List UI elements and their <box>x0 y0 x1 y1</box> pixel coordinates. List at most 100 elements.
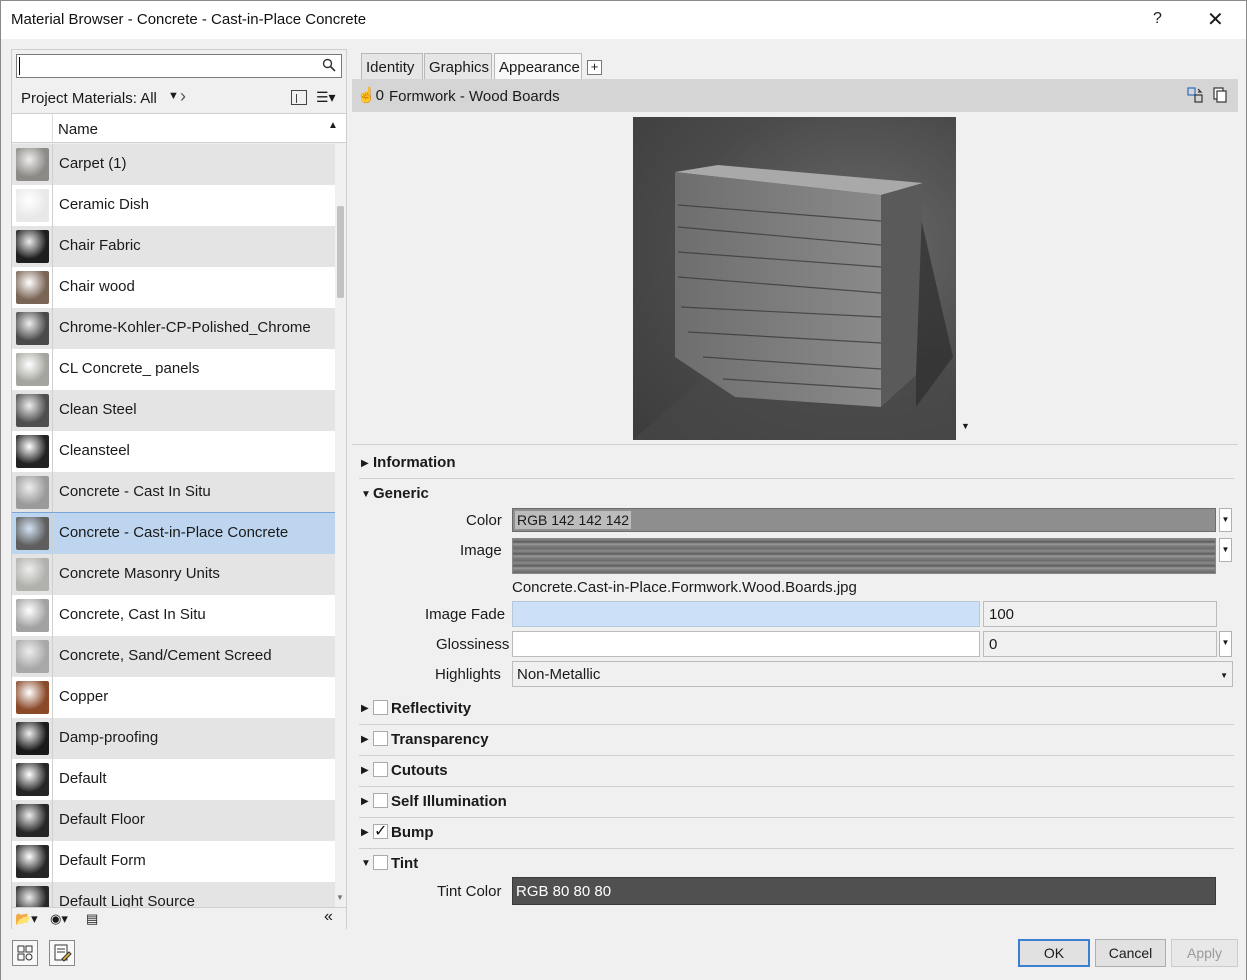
list-item[interactable]: Concrete, Sand/Cement Screed <box>12 636 335 677</box>
close-button[interactable]: ✕ <box>1207 7 1224 32</box>
filter-dropdown-icon[interactable]: ▼ <box>168 90 179 102</box>
column-separator <box>52 718 53 759</box>
list-item[interactable]: Chair Fabric <box>12 226 335 267</box>
list-item[interactable]: Concrete - Cast In Situ <box>12 472 335 513</box>
tab-identity[interactable]: Identity <box>361 53 423 79</box>
material-thumbnail <box>16 640 49 673</box>
ok-button[interactable]: OK <box>1018 939 1090 967</box>
reflectivity-checkbox[interactable] <box>373 700 388 715</box>
material-thumbnail <box>16 476 49 509</box>
glossiness-dropdown-icon[interactable]: ▼ <box>1219 631 1232 657</box>
list-item[interactable]: Damp-proofing <box>12 718 335 759</box>
scrollbar-thumb[interactable] <box>337 206 344 298</box>
list-item[interactable]: Concrete - Cast-in-Place Concrete <box>12 512 335 555</box>
collapse-triangle-icon[interactable]: ▼ <box>361 489 373 500</box>
reflectivity-label[interactable]: Reflectivity <box>391 700 471 717</box>
expand-triangle-icon[interactable]: ▶ <box>361 765 369 776</box>
cutouts-label[interactable]: Cutouts <box>391 762 448 779</box>
collapse-triangle-icon[interactable]: ▼ <box>361 858 371 869</box>
window-title: Material Browser - Concrete - Cast-in-Pl… <box>11 11 367 28</box>
image-file-name[interactable]: Concrete.Cast-in-Place.Formwork.Wood.Boa… <box>512 579 857 596</box>
bump-label[interactable]: Bump <box>391 824 434 841</box>
collapse-panel-icon[interactable]: « <box>324 908 333 926</box>
list-item[interactable]: Copper <box>12 677 335 718</box>
material-library-icon[interactable] <box>12 940 38 966</box>
transparency-label[interactable]: Transparency <box>391 731 489 748</box>
search-box[interactable] <box>16 54 342 78</box>
tint-color-field[interactable]: RGB 80 80 80 <box>512 877 1216 905</box>
self-illumination-checkbox[interactable] <box>373 793 388 808</box>
chevron-right-icon[interactable]: › <box>180 86 186 107</box>
material-preview[interactable] <box>633 117 956 440</box>
create-material-icon[interactable]: ◉▾ <box>50 911 68 927</box>
information-section[interactable]: ▶ Information <box>361 454 456 471</box>
search-icon[interactable] <box>322 58 336 72</box>
list-item[interactable]: Carpet (1) <box>12 144 335 185</box>
material-name: Copper <box>59 688 109 705</box>
list-item[interactable]: Concrete Masonry Units <box>12 554 335 595</box>
library-panel-icon[interactable]: ▤ <box>86 911 98 927</box>
list-item[interactable]: Chair wood <box>12 267 335 308</box>
glossiness-input[interactable]: 0 <box>983 631 1217 657</box>
scroll-down-arrow-icon[interactable]: ▼ <box>336 893 344 902</box>
material-name: Default Floor <box>59 811 145 828</box>
expand-triangle-icon[interactable]: ▶ <box>361 703 369 714</box>
image-fade-input[interactable]: 100 <box>983 601 1217 627</box>
search-input[interactable] <box>19 57 319 75</box>
list-item[interactable]: Clean Steel <box>12 390 335 431</box>
cancel-button[interactable]: Cancel <box>1095 939 1166 967</box>
glossiness-slider[interactable] <box>512 631 980 657</box>
list-item[interactable]: Default Floor <box>12 800 335 841</box>
list-item[interactable]: Cleansteel <box>12 431 335 472</box>
list-view-icon[interactable]: ☰▾ <box>316 89 336 106</box>
list-item[interactable]: Ceramic Dish <box>12 185 335 226</box>
help-button[interactable]: ? <box>1153 10 1162 28</box>
list-item[interactable]: CL Concrete_ panels <box>12 349 335 390</box>
color-label: Color <box>466 512 502 529</box>
bump-checkbox[interactable] <box>373 821 388 841</box>
column-separator <box>52 513 53 554</box>
color-field[interactable]: RGB 142 142 142 <box>512 508 1216 532</box>
asset-browser-icon[interactable] <box>49 940 75 966</box>
expand-triangle-icon[interactable]: ▶ <box>361 734 369 745</box>
color-dropdown-icon[interactable]: ▼ <box>1219 508 1232 532</box>
replace-asset-icon[interactable] <box>1187 87 1203 103</box>
material-thumbnail <box>16 722 49 755</box>
library-folder-icon[interactable]: 📂▾ <box>15 911 38 927</box>
cutouts-checkbox[interactable] <box>373 762 388 777</box>
column-separator <box>52 226 53 267</box>
preview-options-dropdown-icon[interactable]: ▼ <box>961 421 970 431</box>
image-texture-swatch[interactable] <box>512 538 1216 574</box>
list-item[interactable]: Default Form <box>12 841 335 882</box>
name-column-header[interactable]: Name <box>58 121 98 138</box>
list-item[interactable]: Chrome-Kohler-CP-Polished_Chrome <box>12 308 335 349</box>
list-scrollbar[interactable]: ▼ <box>335 144 346 907</box>
duplicate-asset-icon[interactable] <box>1212 87 1228 103</box>
highlights-select[interactable]: Non-Metallic ▼ <box>512 661 1233 687</box>
tab-graphics[interactable]: Graphics <box>424 53 492 79</box>
expand-triangle-icon[interactable]: ▶ <box>361 796 369 807</box>
image-fade-slider[interactable] <box>512 601 980 627</box>
tint-label[interactable]: Tint <box>391 855 418 872</box>
list-item[interactable]: Default Light Source <box>12 882 335 907</box>
image-label: Image <box>460 542 502 559</box>
project-materials-filter[interactable]: Project Materials: All <box>21 90 157 107</box>
apply-button[interactable]: Apply <box>1171 939 1238 967</box>
generic-section[interactable]: ▼ Generic <box>361 485 429 502</box>
panel-toggle-icon[interactable] <box>291 90 307 105</box>
list-item[interactable]: Concrete, Cast In Situ <box>12 595 335 636</box>
column-separator <box>52 800 53 841</box>
expand-triangle-icon[interactable]: ▶ <box>361 827 369 838</box>
add-tab-button[interactable]: + <box>587 60 602 75</box>
self-illumination-label[interactable]: Self Illumination <box>391 793 507 810</box>
expand-triangle-icon[interactable]: ▶ <box>361 458 373 469</box>
material-list: Carpet (1) Ceramic Dish Chair Fabric Chair … <box>12 144 335 907</box>
transparency-checkbox[interactable] <box>373 731 388 746</box>
material-thumbnail <box>16 189 49 222</box>
list-item[interactable]: Default <box>12 759 335 800</box>
tint-checkbox[interactable] <box>373 855 388 870</box>
material-thumbnail <box>16 517 49 550</box>
highlights-label: Highlights <box>435 666 501 683</box>
image-dropdown-icon[interactable]: ▼ <box>1219 538 1232 562</box>
tab-appearance[interactable]: Appearance <box>494 53 582 80</box>
